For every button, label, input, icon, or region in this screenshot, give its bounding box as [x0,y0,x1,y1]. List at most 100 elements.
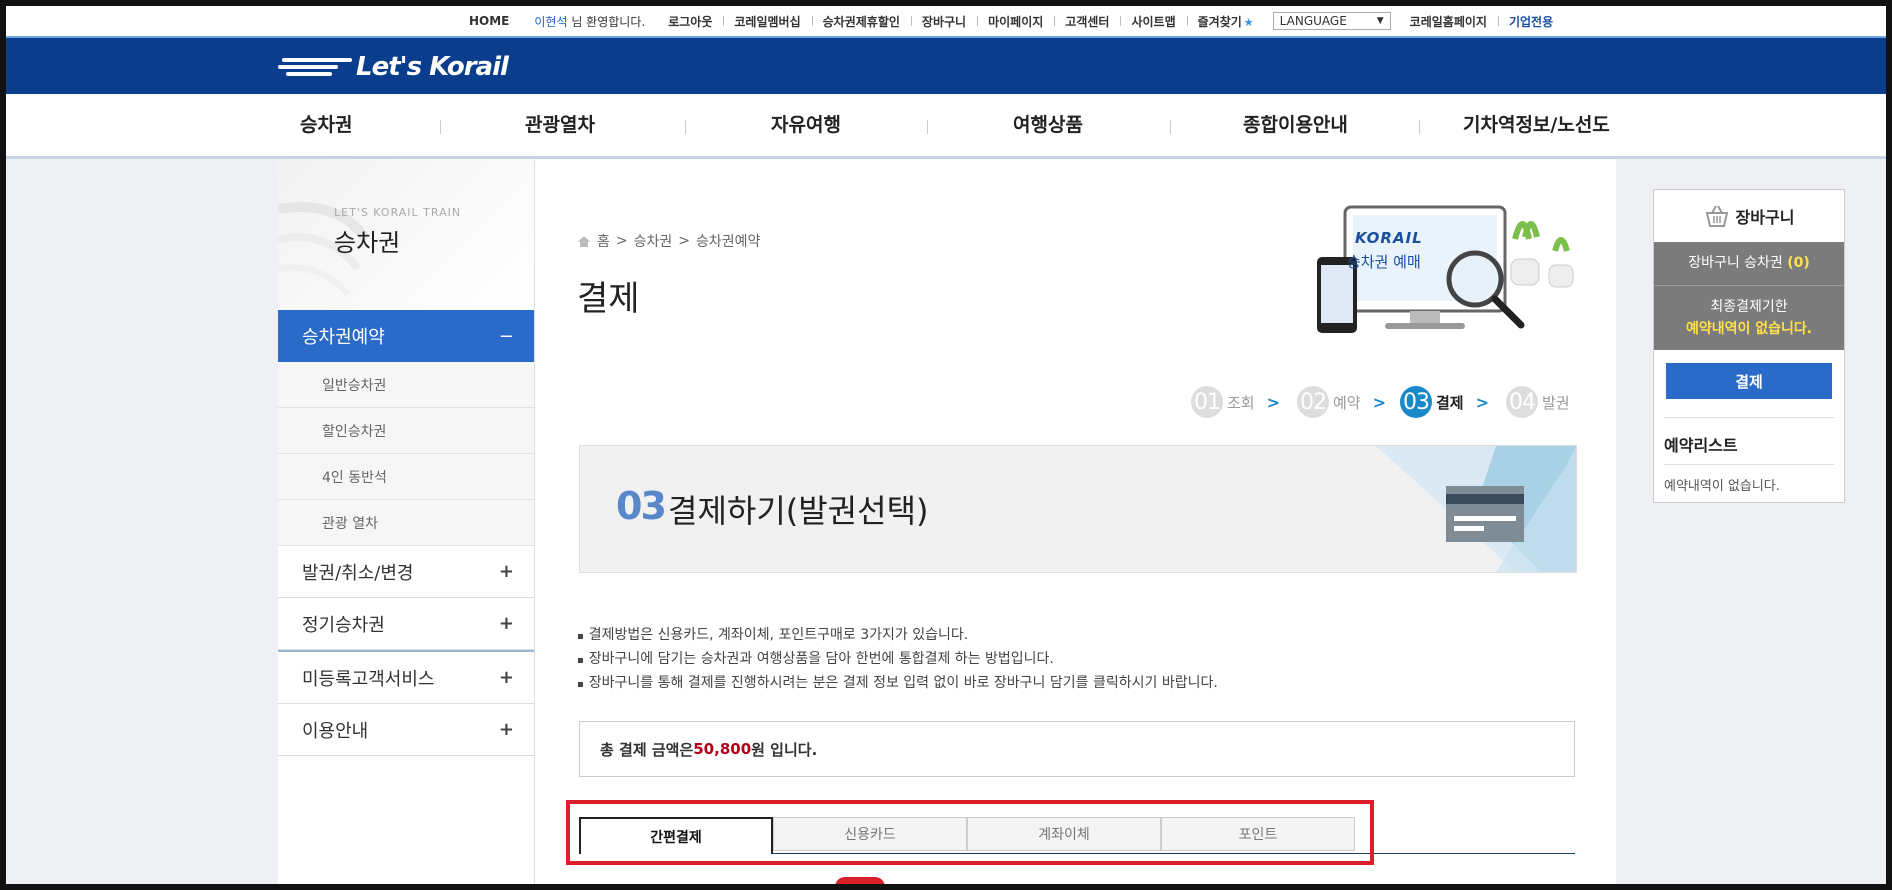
expand-icon: + [498,561,514,582]
sitemap-link[interactable]: 사이트맵 [1120,13,1186,30]
cart-pay-button[interactable]: 결제 [1666,363,1832,399]
expand-icon: + [498,719,514,740]
step-number: 03 [1400,386,1432,418]
logo-lines-icon [278,56,352,78]
sidebar-subitem-general[interactable]: 일반승차권 [278,362,534,408]
chevron-right-icon: > [1475,392,1490,412]
korail-home-link[interactable]: 코레일홈페이지 [1399,13,1498,30]
sidebar-title: 승차권 [334,229,401,257]
home-link[interactable]: HOME [458,14,520,28]
sidebar-item-guest-service[interactable]: 미등록고객서비스 + [278,650,534,704]
korail-logo[interactable]: Let's Korail [278,52,509,82]
banner-title: 결제하기(발권선택) [668,492,929,530]
welcome-message: 이현석 님 환영합니다. [520,13,657,30]
step-number: 04 [1506,386,1538,418]
total-amount: 50,800 [693,740,752,758]
logo-text: Let's Korail [356,52,509,82]
browser-viewport: HOME 이현석 님 환영합니다. 로그아웃 코레일멤버십 승차권제휴할인 장바… [6,6,1886,884]
sidebar-subtitle: LET'S KORAIL TRAIN [334,206,462,219]
breadcrumb-home[interactable]: 홈 [597,231,610,251]
nav-usage-guide[interactable]: 종합이용안내 [1243,94,1348,156]
user-name: 이현석 [534,14,568,29]
note-item: 장바구니에 담기는 승차권과 여행상품을 담아 한번에 통합결제 하는 방법입니… [577,648,1218,672]
nav-free-travel[interactable]: 자유여행 [771,94,841,156]
customer-center-link[interactable]: 고객센터 [1054,13,1120,30]
cart-link[interactable]: 장바구니 [910,13,977,30]
highlight-box [566,800,1374,865]
cart-title: 장바구니 [1735,208,1795,227]
logout-link[interactable]: 로그아웃 [657,13,723,30]
step-label: 예약 [1333,393,1361,412]
breadcrumb-tickets[interactable]: 승차권 [634,231,673,251]
main-content: 홈 > 승차권 > 승차권예약 결제 KORAIL 승차권 예매 01 조회 >… [535,159,1616,884]
card-icon [1446,486,1524,542]
page-title: 결제 [577,279,640,319]
total-prefix: 총 결제 금액은 [600,740,694,759]
sidebar-header: LET'S KORAIL TRAIN 승차권 [278,159,534,310]
sidebar-item-ticket-reservation[interactable]: 승차권예약 − [278,310,534,362]
step-reservation: 02 예약 > [1297,386,1386,418]
cart-summary: 장바구니 승차권 (0) 최종결제기한 예약내역이 없습니다. [1654,242,1844,350]
cart-panel: 장바구니 장바구니 승차권 (0) 최종결제기한 예약내역이 없습니다. 결제 예… [1653,189,1845,503]
language-select[interactable]: LANGUAGE ▼ [1272,12,1391,30]
cart-deadline: 최종결제기한 예약내역이 없습니다. [1654,286,1844,340]
deco-caption: 승차권 예매 [1347,253,1421,271]
step-issue: 04 발권 [1506,386,1570,418]
sidebar-item-usage-info[interactable]: 이용안내 + [278,704,534,756]
expand-icon: + [498,613,514,634]
sidebar-item-label: 정기승차권 [302,614,385,636]
payment-banner: 03 결제하기(발권선택) [579,445,1577,573]
breadcrumb-reservation[interactable]: 승차권예약 [696,231,760,251]
collapse-icon: − [498,325,514,347]
favorites-link[interactable]: 즐겨찾기 ★ [1186,13,1265,30]
sidebar-item-label: 이용안내 [302,720,369,742]
reservation-list-title: 예약리스트 [1664,417,1834,465]
sidebar-subitem-tourist-train[interactable]: 관광 열차 [278,500,534,546]
step-number: 01 [1191,386,1223,418]
step-number: 02 [1297,386,1329,418]
chevron-right-icon: > [1266,392,1281,412]
site-header: Let's Korail [6,36,1886,94]
corporate-link[interactable]: 기업전용 [1497,13,1564,30]
nav-station-info[interactable]: 기차역정보/노선도 [1463,94,1610,156]
sidebar-subitem-discount[interactable]: 할인승차권 [278,408,534,454]
caret-down-icon: ▼ [1376,16,1384,26]
sidebar-item-label: 승차권예약 [302,327,385,348]
welcome-suffix: 님 환영합니다. [567,14,646,29]
breadcrumb: 홈 > 승차권 > 승차권예약 [577,231,760,251]
sidebar-item-season-ticket[interactable]: 정기승차권 + [278,598,534,650]
note-item: 결제방법은 신용카드, 계좌이체, 포인트구매로 3가지가 있습니다. [577,624,1218,648]
expand-icon: + [498,667,514,688]
nav-travel-products[interactable]: 여행상품 [1013,94,1083,156]
chevron-right-icon: > [615,233,628,249]
scroll-marker [835,877,885,884]
cart-header: 장바구니 [1654,190,1844,242]
step-label: 조회 [1227,393,1255,412]
utility-bar: HOME 이현석 님 환영합니다. 로그아웃 코레일멤버십 승차권제휴할인 장바… [6,6,1886,36]
mypage-link[interactable]: 마이페이지 [977,13,1054,30]
membership-link[interactable]: 코레일멤버십 [723,13,811,30]
sidebar-item-label: 발권/취소/변경 [302,562,414,584]
star-icon: ★ [1243,15,1254,29]
nav-tourist-trains[interactable]: 관광열차 [525,94,595,156]
basket-icon [1705,205,1728,227]
ticket-count: (0) [1787,255,1810,271]
payment-notes: 결제방법은 신용카드, 계좌이체, 포인트구매로 3가지가 있습니다. 장바구니… [577,624,1218,696]
step-label: 결제 [1436,393,1464,412]
favorites-label: 즐겨찾기 [1197,14,1242,29]
deadline-value: 예약내역이 없습니다. [1685,321,1813,337]
deco-brand: KORAIL [1355,229,1423,247]
home-icon [578,235,590,247]
sidebar-item-label: 미등록고객서비스 [302,668,435,690]
sidebar-item-issue-cancel[interactable]: 발권/취소/변경 + [278,546,534,598]
devices-illustration [1317,205,1574,333]
reservation-empty-message: 예약내역이 없습니다. [1664,479,1780,494]
total-amount-box: 총 결제 금액은 50,800 원 입니다. [579,721,1575,777]
chevron-right-icon: > [678,233,690,249]
left-sidebar: LET'S KORAIL TRAIN 승차권 승차권예약 − 일반승차권 할인승… [278,159,535,884]
sidebar-subitem-group-seat[interactable]: 4인 동반석 [278,454,534,500]
step-inquiry: 01 조회 > [1191,386,1280,418]
nav-tickets[interactable]: 승차권 [300,94,352,156]
discount-link[interactable]: 승차권제휴할인 [811,13,911,30]
progress-steps: 01 조회 > 02 예약 > 03 결제 > 04 발권 [535,386,1575,426]
